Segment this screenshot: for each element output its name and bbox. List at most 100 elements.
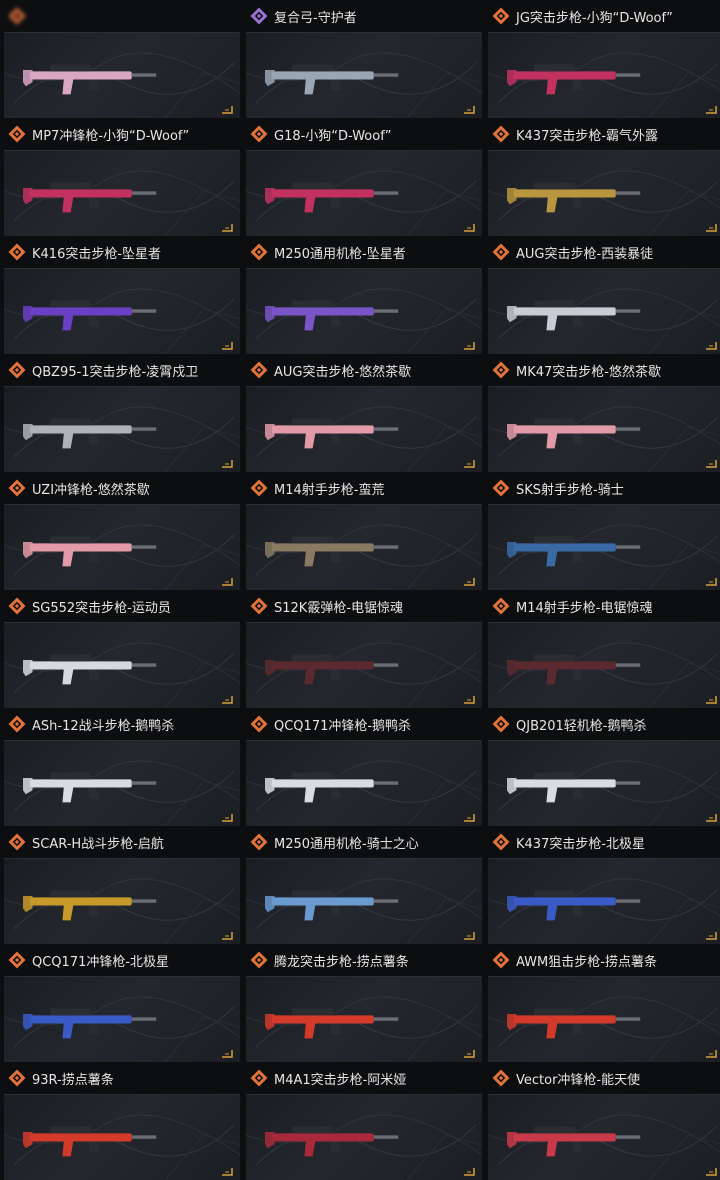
skin-card[interactable]: M14射手步枪-蛮荒 xyxy=(246,472,482,590)
skin-card-header: Vector冲锋枪-能天使 xyxy=(488,1062,720,1094)
skin-card[interactable]: K437突击步枪-北极星 xyxy=(488,826,720,944)
orange-rarity-icon xyxy=(250,833,268,851)
orange-rarity-icon xyxy=(8,361,26,379)
skin-card[interactable]: QCQ171冲锋枪-北极星 xyxy=(4,944,240,1062)
corner-mark-icon xyxy=(464,696,475,704)
skin-card-header: MK47突击步枪-悠然茶歇 xyxy=(488,354,720,386)
weapon-preview xyxy=(4,32,240,118)
skin-name: QCQ171冲锋枪-北极星 xyxy=(32,954,170,970)
orange-rarity-icon xyxy=(250,597,268,615)
skin-name: 腾龙突击步枪-捞点薯条 xyxy=(274,954,409,970)
weapon-preview xyxy=(4,504,240,590)
weapon-preview xyxy=(488,1094,720,1180)
skin-card[interactable]: SG552突击步枪-运动员 xyxy=(4,590,240,708)
skin-card[interactable]: M250通用机枪-骑士之心 xyxy=(246,826,482,944)
weapon-icon xyxy=(506,890,641,921)
orange-rarity-icon xyxy=(8,597,26,615)
weapon-icon xyxy=(22,536,157,567)
weapon-preview xyxy=(488,740,720,826)
skin-card[interactable]: M14射手步枪-电锯惊魂 xyxy=(488,590,720,708)
corner-mark-icon xyxy=(222,106,233,114)
corner-mark-icon xyxy=(464,106,475,114)
skin-card[interactable]: AUG突击步枪-悠然茶歇 xyxy=(246,354,482,472)
skin-card[interactable]: 93R-捞点薯条 xyxy=(4,1062,240,1180)
skin-name: AUG突击步枪-西装暴徒 xyxy=(516,246,654,262)
skin-card[interactable]: ASh-12战斗步枪-鹅鸭杀 xyxy=(4,708,240,826)
skin-card-header: QCQ171冲锋枪-鹅鸭杀 xyxy=(246,708,482,740)
weapon-icon xyxy=(264,654,399,685)
skin-card[interactable]: Vector冲锋枪-能天使 xyxy=(488,1062,720,1180)
orange-rarity-icon xyxy=(8,1069,26,1087)
weapon-preview xyxy=(4,268,240,354)
orange-rarity-icon xyxy=(492,597,510,615)
orange-rarity-icon xyxy=(8,243,26,261)
weapon-icon xyxy=(22,772,157,803)
skin-card[interactable]: SCAR-H战斗步枪-启航 xyxy=(4,826,240,944)
skin-card[interactable]: AWM狙击步枪-捞点薯条 xyxy=(488,944,720,1062)
skin-name: K437突击步枪-霸气外露 xyxy=(516,128,659,144)
weapon-icon xyxy=(506,300,641,331)
skin-name: 复合弓-守护者 xyxy=(274,10,357,26)
weapon-icon xyxy=(22,1126,157,1157)
skin-name: ASh-12战斗步枪-鹅鸭杀 xyxy=(32,718,175,734)
weapon-preview xyxy=(246,1094,482,1180)
skin-card[interactable]: QJB201轻机枪-鹅鸭杀 xyxy=(488,708,720,826)
skin-name: SCAR-H战斗步枪-启航 xyxy=(32,836,164,852)
corner-mark-icon xyxy=(222,342,233,350)
weapon-preview xyxy=(488,268,720,354)
skin-card[interactable] xyxy=(4,0,240,118)
skin-card-header: K437突击步枪-北极星 xyxy=(488,826,720,858)
orange-rarity-icon xyxy=(492,479,510,497)
skin-card[interactable]: QCQ171冲锋枪-鹅鸭杀 xyxy=(246,708,482,826)
skin-card[interactable]: M250通用机枪-坠星者 xyxy=(246,236,482,354)
corner-mark-icon xyxy=(706,932,717,940)
weapon-preview xyxy=(246,622,482,708)
purple-rarity-icon xyxy=(250,7,268,25)
skin-card-header: M250通用机枪-坠星者 xyxy=(246,236,482,268)
skin-name: 93R-捞点薯条 xyxy=(32,1072,114,1088)
weapon-icon xyxy=(22,654,157,685)
corner-mark-icon xyxy=(464,932,475,940)
orange-rarity-icon xyxy=(492,951,510,969)
weapon-icon xyxy=(506,64,641,95)
skin-name: M4A1突击步枪-阿米娅 xyxy=(274,1072,407,1088)
weapon-preview xyxy=(246,504,482,590)
skin-name: S12K霰弹枪-电锯惊魂 xyxy=(274,600,404,616)
skin-card-header: K416突击步枪-坠星者 xyxy=(4,236,240,268)
skin-card[interactable]: K437突击步枪-霸气外露 xyxy=(488,118,720,236)
skin-card[interactable]: 腾龙突击步枪-捞点薯条 xyxy=(246,944,482,1062)
skin-card[interactable]: SKS射手步枪-骑士 xyxy=(488,472,720,590)
weapon-icon xyxy=(506,418,641,449)
skin-card[interactable]: 复合弓-守护者 xyxy=(246,0,482,118)
skin-card[interactable]: UZI冲锋枪-悠然茶歇 xyxy=(4,472,240,590)
skin-card[interactable]: S12K霰弹枪-电锯惊魂 xyxy=(246,590,482,708)
skin-grid: 复合弓-守护者 JG突击步枪-小狗“D-Woof” MP7冲锋枪-小狗“D-Woof… xyxy=(0,0,720,1180)
weapon-icon xyxy=(506,772,641,803)
skin-card[interactable]: JG突击步枪-小狗“D-Woof” xyxy=(488,0,720,118)
weapon-icon xyxy=(264,300,399,331)
skin-card[interactable]: AUG突击步枪-西装暴徒 xyxy=(488,236,720,354)
skin-card[interactable]: QBZ95-1突击步枪-凌霄戍卫 xyxy=(4,354,240,472)
weapon-icon xyxy=(22,1008,157,1039)
orange-rarity-icon xyxy=(8,715,26,733)
orange-rarity-icon xyxy=(492,125,510,143)
weapon-icon xyxy=(264,1008,399,1039)
skin-name: MK47突击步枪-悠然茶歇 xyxy=(516,364,661,380)
skin-name: MP7冲锋枪-小狗“D-Woof” xyxy=(32,128,190,144)
skin-card[interactable]: MP7冲锋枪-小狗“D-Woof” xyxy=(4,118,240,236)
orange-rarity-icon xyxy=(492,715,510,733)
skin-card[interactable]: M4A1突击步枪-阿米娅 xyxy=(246,1062,482,1180)
weapon-icon xyxy=(264,418,399,449)
skin-card[interactable]: K416突击步枪-坠星者 xyxy=(4,236,240,354)
weapon-preview xyxy=(4,150,240,236)
weapon-preview xyxy=(246,268,482,354)
skin-card[interactable]: MK47突击步枪-悠然茶歇 xyxy=(488,354,720,472)
skin-card-header: G18-小狗“D-Woof” xyxy=(246,118,482,150)
skin-card-header: SG552突击步枪-运动员 xyxy=(4,590,240,622)
weapon-preview xyxy=(488,976,720,1062)
skin-card[interactable]: G18-小狗“D-Woof” xyxy=(246,118,482,236)
skin-card-header: SCAR-H战斗步枪-启航 xyxy=(4,826,240,858)
weapon-preview xyxy=(488,386,720,472)
skin-card-header: S12K霰弹枪-电锯惊魂 xyxy=(246,590,482,622)
skin-name: G18-小狗“D-Woof” xyxy=(274,128,392,144)
